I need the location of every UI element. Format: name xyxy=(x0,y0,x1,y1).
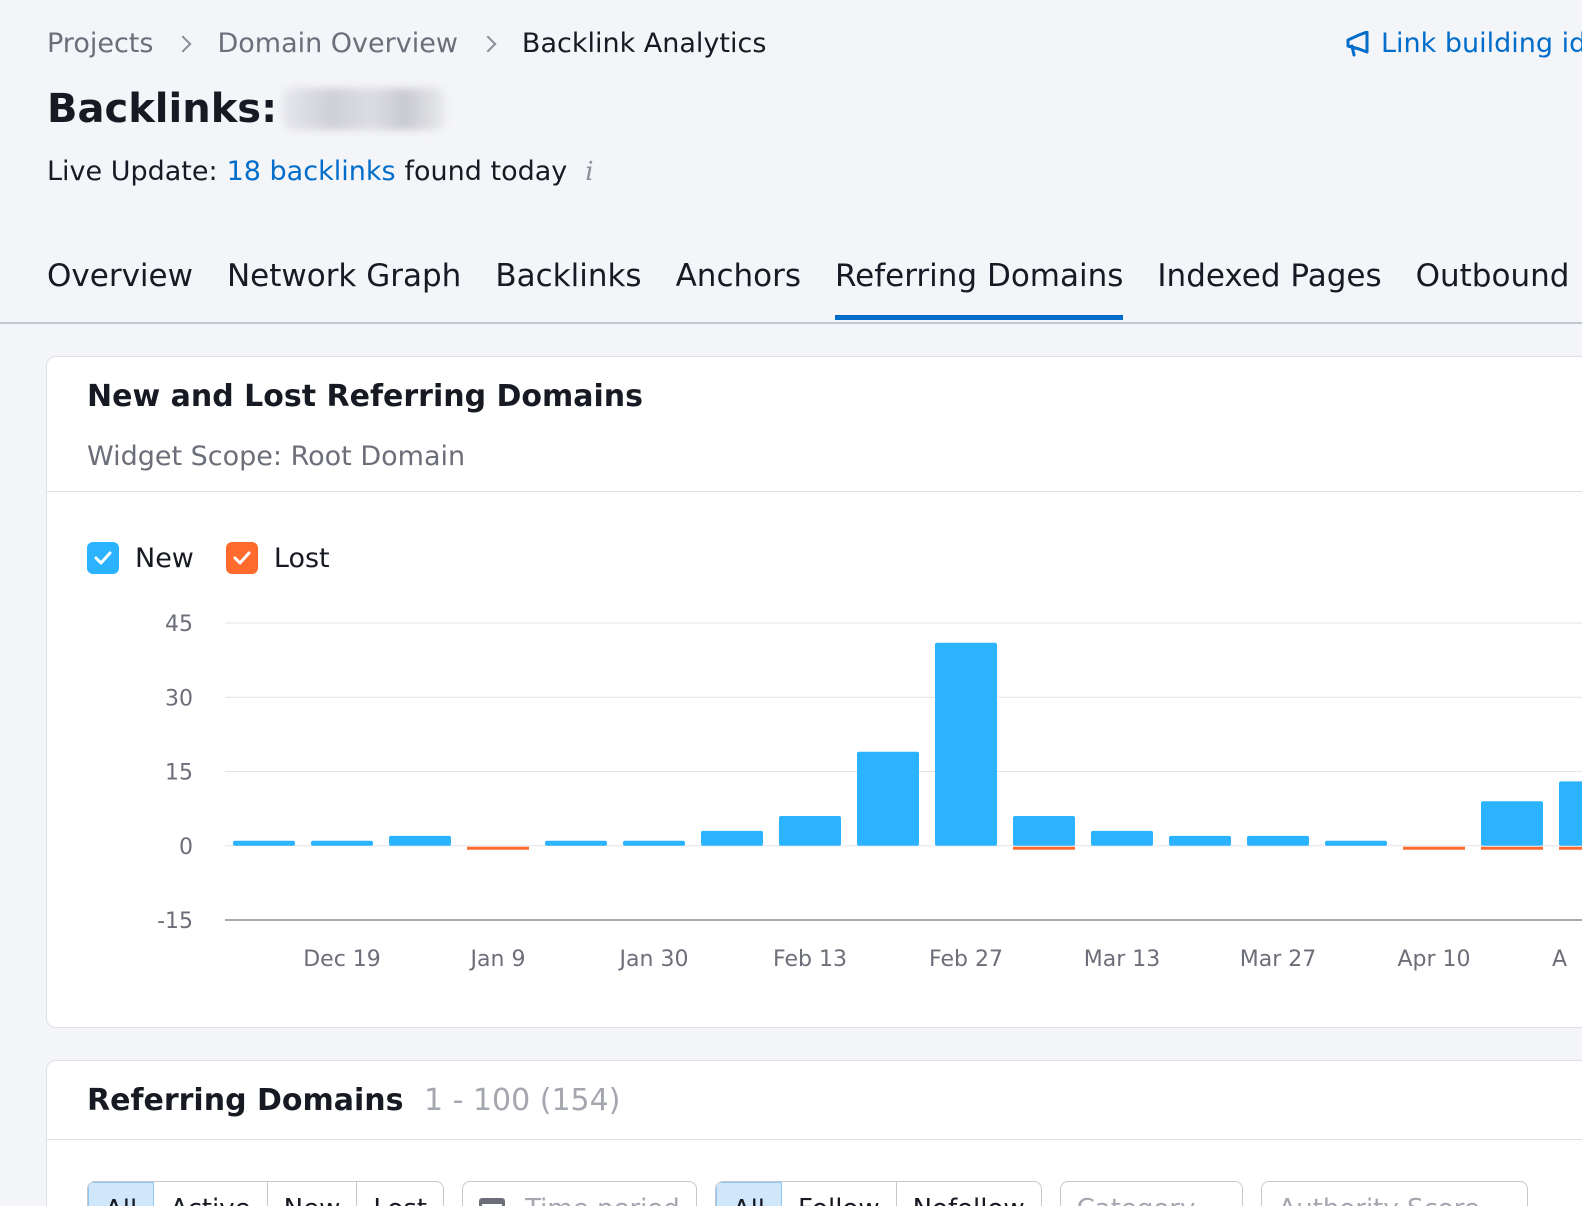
bar-new xyxy=(1091,830,1153,846)
bar-lost xyxy=(1403,846,1465,850)
new-lost-referring-domains-widget: New and Lost Referring Domains Widget Sc… xyxy=(46,356,1582,1028)
blurred-domain xyxy=(283,88,446,130)
table-title: Referring Domains 1 - 100 (154) xyxy=(87,1083,620,1118)
x-tick-label: Mar 13 xyxy=(1084,947,1161,972)
x-tick-label: Feb 13 xyxy=(773,947,847,972)
bar-lost xyxy=(1559,846,1582,850)
bar-new xyxy=(857,751,919,846)
table-divider xyxy=(47,1139,1582,1140)
status-active[interactable]: Active xyxy=(154,1182,268,1206)
x-tick-label: Jan 9 xyxy=(469,947,526,972)
bar-new xyxy=(1247,835,1309,846)
category-placeholder: Category xyxy=(1077,1194,1196,1206)
tab-indexed-pages[interactable]: Indexed Pages xyxy=(1157,258,1381,320)
breadcrumb: Projects Domain Overview Backlink Analyt… xyxy=(47,28,766,59)
new-backlinks-link[interactable]: 18 backlinks xyxy=(227,156,396,187)
table-range: 1 - 100 (154) xyxy=(423,1083,621,1118)
link-building-ideas-label: Link building id xyxy=(1381,28,1582,59)
bar-new xyxy=(233,840,295,846)
table-title-text: Referring Domains xyxy=(87,1083,404,1118)
bar-lost xyxy=(1013,846,1075,850)
y-tick-label: 15 xyxy=(165,761,193,786)
bar-new xyxy=(1013,816,1075,846)
bar-new xyxy=(701,830,763,846)
y-tick-label: -15 xyxy=(157,909,193,934)
bar-lost xyxy=(467,846,529,850)
bar-new xyxy=(935,642,997,846)
calendar-icon xyxy=(479,1198,506,1206)
bar-new xyxy=(389,835,451,846)
status-all[interactable]: All xyxy=(88,1182,155,1206)
x-tick-label: A xyxy=(1552,947,1567,972)
link-building-ideas-link[interactable]: Link building id xyxy=(1345,28,1582,59)
referring-domains-table: Referring Domains 1 - 100 (154) All Acti… xyxy=(46,1060,1582,1206)
tab-overview[interactable]: Overview xyxy=(47,258,193,320)
authority-score-dropdown[interactable]: Authority Score xyxy=(1261,1181,1528,1206)
tabs-divider xyxy=(0,322,1582,324)
follow-nofollow[interactable]: Nofollow xyxy=(897,1182,1041,1206)
bar-new xyxy=(779,816,841,846)
authority-score-placeholder: Authority Score xyxy=(1278,1194,1479,1206)
follow-filter: All Follow Nofollow xyxy=(714,1181,1042,1206)
tab-backlinks[interactable]: Backlinks xyxy=(495,258,641,320)
x-tick-label: Apr 10 xyxy=(1397,947,1470,972)
bar-new xyxy=(545,840,607,846)
live-update-label: Live Update: xyxy=(47,156,218,187)
filter-bar: All Active New Lost Time period All Foll… xyxy=(87,1181,1546,1206)
bar-new xyxy=(311,840,373,846)
follow-all[interactable]: All xyxy=(715,1182,783,1206)
x-tick-label: Feb 27 xyxy=(929,947,1003,972)
y-tick-label: 0 xyxy=(179,835,193,860)
breadcrumb-projects[interactable]: Projects xyxy=(47,28,153,59)
tab-outbound-domains[interactable]: Outbound Do xyxy=(1416,258,1582,320)
bar-lost xyxy=(1481,846,1543,850)
live-update-suffix: found today xyxy=(404,156,568,187)
x-tick-label: Jan 30 xyxy=(618,947,689,972)
category-dropdown[interactable]: Category xyxy=(1059,1181,1244,1206)
follow-follow[interactable]: Follow xyxy=(782,1182,897,1206)
breadcrumb-backlink-analytics: Backlink Analytics xyxy=(521,28,767,59)
status-new[interactable]: New xyxy=(268,1182,358,1206)
tab-network-graph[interactable]: Network Graph xyxy=(227,258,461,320)
tab-anchors[interactable]: Anchors xyxy=(676,258,801,320)
bar-new xyxy=(1559,781,1582,846)
x-tick-label: Dec 19 xyxy=(303,947,381,972)
breadcrumb-domain-overview[interactable]: Domain Overview xyxy=(217,28,457,59)
chevron-right-icon xyxy=(479,35,497,52)
bar-new xyxy=(1325,840,1387,846)
bar-new xyxy=(1481,801,1543,846)
megaphone-icon xyxy=(1346,30,1369,56)
time-period-picker[interactable]: Time period xyxy=(462,1181,697,1206)
y-tick-label: 30 xyxy=(165,686,193,711)
x-tick-label: Mar 27 xyxy=(1240,947,1317,972)
live-update: Live Update: 18 backlinks found today i xyxy=(47,156,594,187)
chevron-right-icon xyxy=(174,35,192,52)
chevron-down-icon xyxy=(1497,1199,1514,1206)
tab-referring-domains[interactable]: Referring Domains xyxy=(835,258,1124,320)
status-filter: All Active New Lost xyxy=(87,1181,445,1206)
tab-bar: Overview Network Graph Backlinks Anchors… xyxy=(47,258,1582,320)
page-title: Backlinks: xyxy=(47,86,446,132)
y-tick-label: 45 xyxy=(165,612,193,637)
new-lost-bar-chart: 45 30 15 0 -15 Dec 19 Jan 9 Jan 30 Feb 13 Feb 27 M… xyxy=(157,612,1582,972)
bar-new xyxy=(1169,835,1231,846)
time-period-placeholder: Time period xyxy=(525,1194,680,1206)
bar-new xyxy=(623,840,685,846)
chevron-down-icon xyxy=(1213,1199,1229,1206)
status-lost[interactable]: Lost xyxy=(357,1182,443,1206)
info-icon[interactable]: i xyxy=(585,157,593,187)
page-title-text: Backlinks: xyxy=(47,86,278,132)
